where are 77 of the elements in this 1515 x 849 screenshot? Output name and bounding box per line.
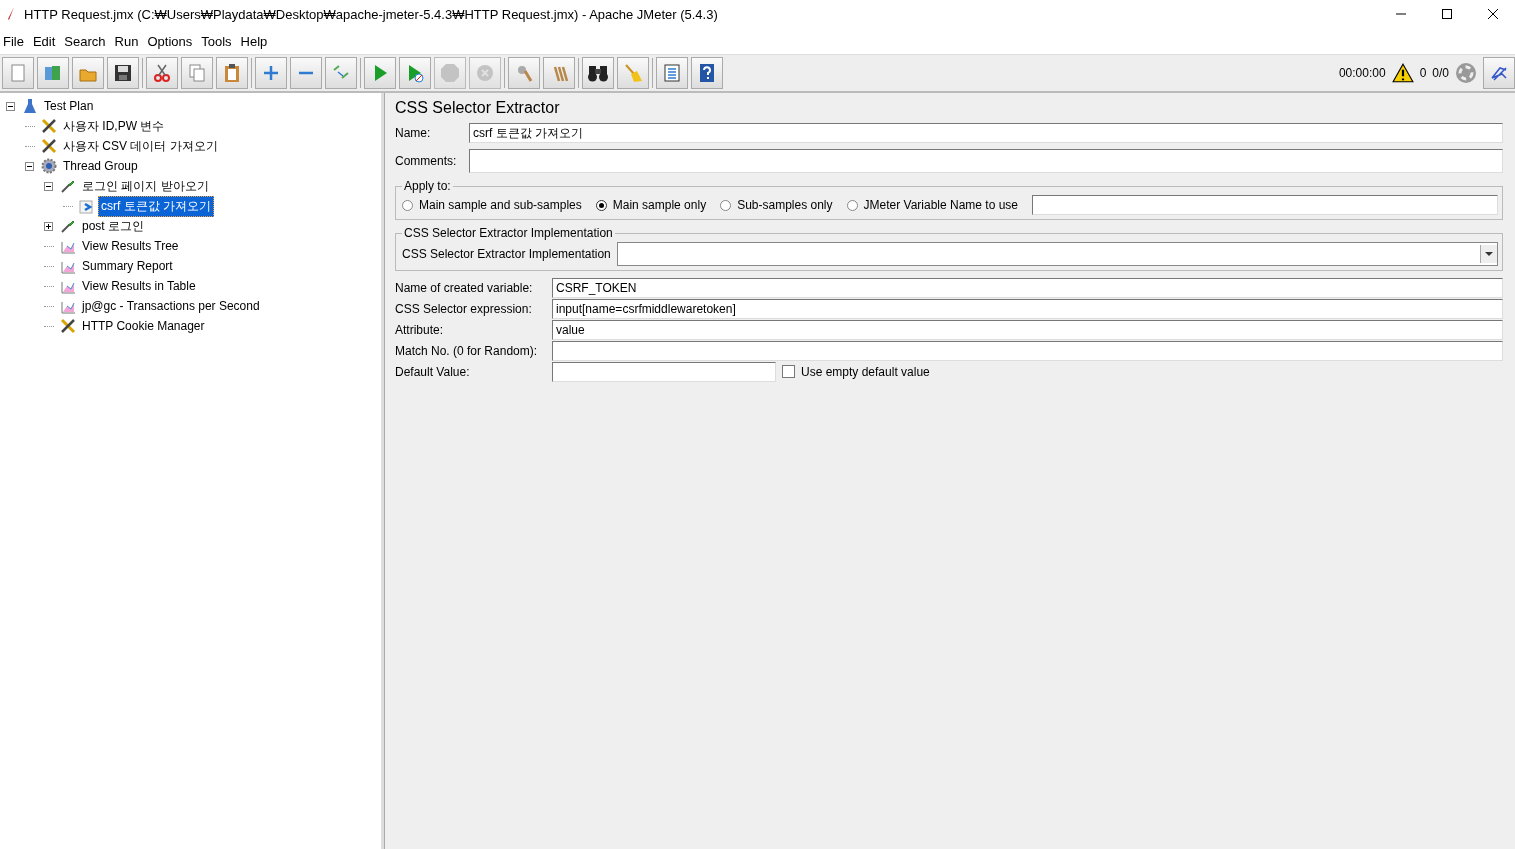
- field-label: Name of created variable:: [395, 280, 534, 295]
- tree-item[interactable]: Test Plan: [41, 97, 97, 115]
- group-title: CSS Selector Extractor Implementation: [403, 226, 614, 240]
- tree-item[interactable]: jp@gc - Transactions per Second: [79, 297, 263, 315]
- log-viewer-button[interactable]: [1483, 57, 1515, 89]
- field-label: Match No. (0 for Random):: [395, 343, 539, 358]
- default-value-field[interactable]: [552, 361, 776, 382]
- feather-icon: [6, 7, 16, 21]
- comments-field[interactable]: [469, 149, 1503, 173]
- tree-item[interactable]: 사용자 CSV 데이터 가져오기: [60, 135, 221, 157]
- field-label: Default Value:: [395, 364, 471, 379]
- menu-item[interactable]: Options: [144, 33, 199, 49]
- field-label: CSS Selector expression:: [395, 301, 533, 316]
- radio-button[interactable]: [720, 199, 732, 211]
- flask-icon: [22, 98, 38, 114]
- input-field[interactable]: [552, 340, 1503, 361]
- tree-item[interactable]: 로그인 페이지 받아오기: [79, 175, 212, 197]
- toolbar-button[interactable]: [216, 57, 248, 89]
- group-title: Apply to:: [403, 179, 452, 193]
- wrench-icon: [41, 118, 57, 134]
- list-icon: [661, 62, 683, 84]
- window-title: HTTP Request.jmx (C:₩Users₩Playdata₩Desktop₩apache-jmeter-5.4.3₩HTTP Request.jmx) - Apache JMeter (5.4.3): [24, 6, 719, 22]
- toolbar-button[interactable]: [107, 57, 139, 89]
- dropper-icon: [60, 218, 76, 234]
- gear-icon: [41, 158, 57, 174]
- radio-label[interactable]: Main sample only: [612, 198, 707, 212]
- tree-item[interactable]: 사용자 ID,PW 변수: [60, 115, 168, 137]
- maximize-icon[interactable]: [1441, 8, 1453, 20]
- input-field[interactable]: input[name=csrfmiddlewaretoken]: [552, 298, 1503, 319]
- minus-icon: [298, 71, 314, 75]
- menu-item[interactable]: Help: [237, 33, 274, 49]
- menu-item[interactable]: File: [0, 33, 30, 49]
- tree-item[interactable]: HTTP Cookie Manager: [79, 317, 208, 335]
- menu-item[interactable]: Run: [111, 33, 145, 49]
- radio-label[interactable]: Main sample and sub-samples: [419, 198, 582, 212]
- tree-item[interactable]: post 로그인: [79, 215, 147, 237]
- elapsed-time: 00:00:00: [1338, 66, 1386, 80]
- radio-button[interactable]: [402, 199, 413, 211]
- menu-item[interactable]: Tools: [198, 33, 238, 49]
- radio-button[interactable]: [595, 199, 607, 211]
- wrench-icon: [41, 138, 57, 154]
- radio-label[interactable]: JMeter Variable Name to use: [863, 198, 1019, 212]
- tree-item[interactable]: Summary Report: [79, 257, 176, 275]
- scissors-icon: [151, 62, 173, 84]
- implementation-dropdown[interactable]: [616, 242, 1498, 266]
- toolbar-button[interactable]: [691, 57, 723, 89]
- close-icon[interactable]: [1487, 8, 1499, 20]
- variable-name-field[interactable]: [1032, 195, 1498, 215]
- field-label: Comments:: [395, 154, 458, 168]
- tree-item[interactable]: View Results Tree: [79, 237, 182, 255]
- warning-icon[interactable]: [1391, 63, 1414, 83]
- field-label: CSS Selector Extractor Implementation: [402, 247, 611, 261]
- stop-icon: [439, 62, 461, 84]
- field-label: Attribute:: [395, 322, 445, 337]
- thread-count: 0/0: [1432, 66, 1449, 80]
- arrow-page-icon: [79, 198, 95, 214]
- tree-item[interactable]: csrf 토큰값 가져오기: [98, 195, 214, 217]
- menu-item[interactable]: Edit: [29, 33, 62, 49]
- toolbar-button[interactable]: [582, 57, 614, 89]
- input-field[interactable]: CSRF_TOKEN: [552, 277, 1503, 298]
- radio-button[interactable]: [846, 199, 858, 211]
- use-empty-default-checkbox[interactable]: Use empty default value: [782, 364, 930, 379]
- dropper-icon: [60, 178, 76, 194]
- input-field[interactable]: value: [552, 319, 1503, 340]
- circle-icon: [1455, 62, 1477, 84]
- field-label: Name:: [395, 126, 432, 140]
- x-circle-icon: [474, 62, 496, 84]
- name-field[interactable]: csrf 토큰값 가져오기: [469, 123, 1503, 143]
- panel-title: CSS Selector Extractor: [395, 99, 561, 117]
- warning-count: 0: [1419, 66, 1427, 80]
- caret-icon: [1484, 251, 1494, 257]
- radio-label[interactable]: Sub-samples only: [737, 198, 833, 212]
- menu-item[interactable]: Search: [61, 33, 112, 49]
- copy-icon: [186, 62, 208, 84]
- tree-item[interactable]: View Results in Table: [79, 277, 199, 295]
- wrench-icon: [60, 318, 76, 334]
- tree-item[interactable]: Thread Group: [60, 157, 141, 175]
